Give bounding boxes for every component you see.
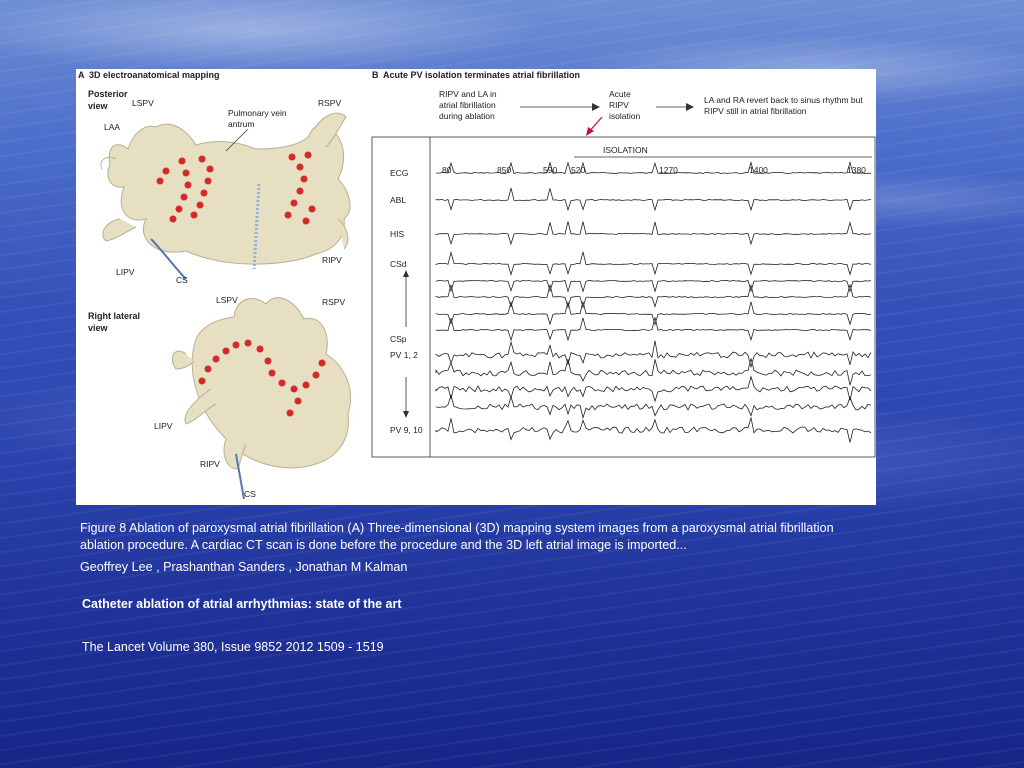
figure-image: A 3D electroanatomical mapping Posterior… [76, 69, 876, 505]
note-3: LA and RA revert back to sinus rhythm bu… [704, 95, 863, 105]
note-1-3: during ablation [439, 111, 495, 121]
channel-label: CSp [390, 334, 407, 344]
laa-label: LAA [104, 122, 120, 132]
note-2-3: isolation [609, 111, 640, 121]
authors: Geoffrey Lee , Prashanthan Sanders , Jon… [80, 560, 408, 574]
isolation-label: ISOLATION [603, 145, 648, 155]
right-lateral-label-2: view [88, 323, 109, 333]
figure-svg: A 3D electroanatomical mapping Posterior… [78, 70, 876, 500]
panel-a-letter: A [78, 70, 85, 80]
figure-caption: Figure 8 Ablation of paroxysmal atrial f… [80, 521, 834, 552]
ripv-label-2: RIPV [200, 459, 220, 469]
note-1: RIPV and LA in [439, 89, 497, 99]
lspv-label: LSPV [132, 98, 154, 108]
ripv-label: RIPV [322, 255, 342, 265]
interval-label: 590 [543, 165, 557, 175]
channel-label: ABL [390, 195, 406, 205]
timeline-arrowhead-2 [686, 103, 694, 111]
note-3-2: RIPV still in atrial fibrillation [704, 106, 807, 116]
rspv-label-2: RSPV [322, 297, 345, 307]
note-2: Acute [609, 89, 631, 99]
channel-label: HIS [390, 229, 405, 239]
lipv-label-2: LIPV [154, 421, 173, 431]
note-2-2: RIPV [609, 100, 629, 110]
pv-antrum-label-2: antrum [228, 119, 254, 129]
pv-antrum-label: Pulmonary vein [228, 108, 287, 118]
cs-label: CS [176, 275, 188, 285]
right-lateral-label: Right lateral [88, 311, 140, 321]
note-1-2: atrial fibrillation [439, 100, 496, 110]
channel-label: PV 1, 2 [390, 350, 418, 360]
channel-label: CSd [390, 259, 407, 269]
panel-b-letter: B [372, 70, 379, 80]
posterior-view-label-2: view [88, 101, 109, 111]
channel-label: PV 9, 10 [390, 425, 423, 435]
article-title: Catheter ablation of atrial arrhythmias:… [82, 597, 402, 611]
panel-b-title: Acute PV isolation terminates atrial fib… [383, 70, 580, 80]
panel-a-title: 3D electroanatomical mapping [89, 70, 220, 80]
timeline-arrowhead-1 [592, 103, 600, 111]
posterior-view-label: Posterior [88, 89, 128, 99]
posterior-heart-model [100, 112, 351, 280]
channel-label: ECG [390, 168, 408, 178]
lspv-label-2: LSPV [216, 295, 238, 305]
cs-label-2: CS [244, 489, 256, 499]
lipv-label: LIPV [116, 267, 135, 277]
journal-citation: The Lancet Volume 380, Issue 9852 2012 1… [82, 640, 384, 654]
rspv-label: RSPV [318, 98, 341, 108]
